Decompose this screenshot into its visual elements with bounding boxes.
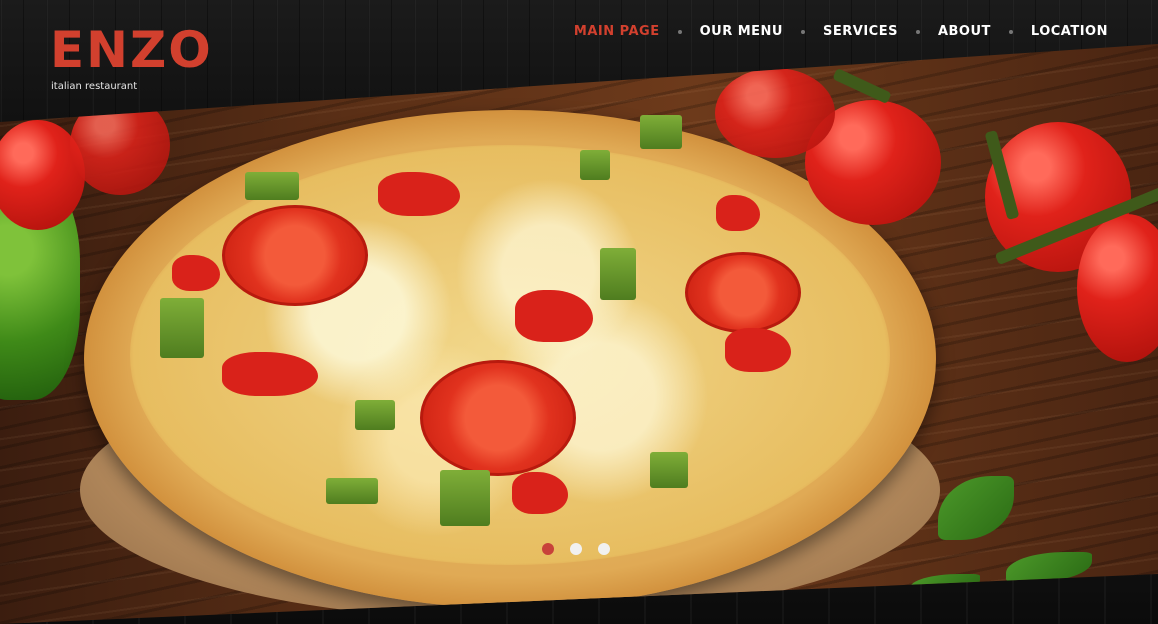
nav-separator-dot [915,29,920,34]
red-pepper [512,472,568,514]
tomato-image [715,68,835,158]
nav-item-main-page[interactable]: MAIN PAGE [574,24,660,39]
slider-dot-3[interactable] [598,543,610,555]
green-onion [245,172,299,200]
nav-item-location[interactable]: LOCATION [1031,24,1108,39]
slider-dot-2[interactable] [570,543,582,555]
red-pepper [172,255,220,291]
red-pepper [378,172,460,216]
green-onion [160,298,204,358]
nav-item-services[interactable]: SERVICES [823,24,898,39]
green-onion [440,470,490,526]
slider-dot-1[interactable] [542,543,554,555]
brand-logo[interactable]: ENZO [50,24,213,76]
nav-separator-dot [677,29,682,34]
slider-pagination [542,543,626,555]
tomato-slice [685,252,801,333]
red-pepper [716,195,760,231]
red-pepper [222,352,318,396]
green-onion [600,248,636,300]
green-onion [580,150,610,180]
green-onion [640,115,682,149]
red-pepper [725,328,791,372]
tomato-slice [420,360,576,476]
nav-separator-dot [1008,29,1013,34]
green-onion [326,478,378,504]
nav-item-our-menu[interactable]: OUR MENU [700,24,783,39]
green-onion [650,452,688,488]
nav-separator-dot [801,29,805,34]
green-onion [355,400,395,430]
nav-item-about[interactable]: ABOUT [938,24,991,39]
main-nav: MAIN PAGE OUR MENU SERVICES ABOUT LOCATI… [574,24,1108,39]
tomato-slice [222,205,368,306]
brand-tagline: italian restaurant [51,81,138,92]
